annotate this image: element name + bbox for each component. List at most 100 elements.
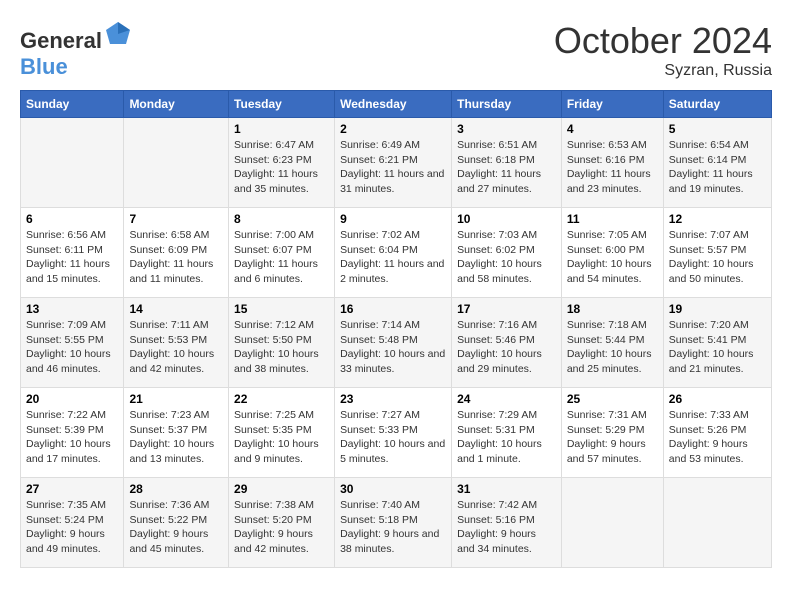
day-info: Sunrise: 7:14 AMSunset: 5:48 PMDaylight:… (340, 318, 446, 377)
day-info: Sunrise: 7:11 AMSunset: 5:53 PMDaylight:… (129, 318, 223, 377)
calendar-table: SundayMondayTuesdayWednesdayThursdayFrid… (20, 90, 772, 568)
weekday-header-row: SundayMondayTuesdayWednesdayThursdayFrid… (21, 91, 772, 118)
day-info: Sunrise: 7:18 AMSunset: 5:44 PMDaylight:… (567, 318, 658, 377)
calendar-cell: 1 Sunrise: 6:47 AMSunset: 6:23 PMDaylight… (229, 118, 335, 208)
day-info: Sunrise: 7:42 AMSunset: 5:16 PMDaylight:… (457, 498, 556, 557)
day-info: Sunrise: 6:53 AMSunset: 6:16 PMDaylight:… (567, 138, 658, 197)
weekday-header-friday: Friday (561, 91, 663, 118)
day-number: 18 (567, 302, 658, 316)
weekday-header-tuesday: Tuesday (229, 91, 335, 118)
day-info: Sunrise: 7:25 AMSunset: 5:35 PMDaylight:… (234, 408, 329, 467)
day-info: Sunrise: 7:05 AMSunset: 6:00 PMDaylight:… (567, 228, 658, 287)
calendar-cell: 30 Sunrise: 7:40 AMSunset: 5:18 PMDayligh… (335, 478, 452, 568)
day-info: Sunrise: 7:40 AMSunset: 5:18 PMDaylight:… (340, 498, 446, 557)
calendar-cell: 27Sunrise: 7:35 AMSunset: 5:24 PMDayligh… (21, 478, 124, 568)
logo-icon (104, 20, 132, 48)
day-info: Sunrise: 7:22 AMSunset: 5:39 PMDaylight:… (26, 408, 118, 467)
day-info: Sunrise: 7:07 AMSunset: 5:57 PMDaylight:… (669, 228, 766, 287)
day-number: 5 (669, 122, 766, 136)
logo-general: General (20, 28, 102, 53)
day-number: 23 (340, 392, 446, 406)
calendar-cell: 12Sunrise: 7:07 AMSunset: 5:57 PMDayligh… (663, 208, 771, 298)
logo: General Blue (20, 20, 132, 80)
day-info: Sunrise: 7:16 AMSunset: 5:46 PMDaylight:… (457, 318, 556, 377)
day-info: Sunrise: 7:12 AMSunset: 5:50 PMDaylight:… (234, 318, 329, 377)
calendar-cell: 26Sunrise: 7:33 AMSunset: 5:26 PMDayligh… (663, 388, 771, 478)
day-number: 16 (340, 302, 446, 316)
calendar-cell (561, 478, 663, 568)
day-info: Sunrise: 6:58 AMSunset: 6:09 PMDaylight:… (129, 228, 223, 287)
day-number: 20 (26, 392, 118, 406)
calendar-week-row: 6Sunrise: 6:56 AMSunset: 6:11 PMDaylight… (21, 208, 772, 298)
day-info: Sunrise: 7:23 AMSunset: 5:37 PMDaylight:… (129, 408, 223, 467)
logo-blue: Blue (20, 54, 68, 79)
calendar-cell: 16 Sunrise: 7:14 AMSunset: 5:48 PMDayligh… (335, 298, 452, 388)
day-info: Sunrise: 7:02 AMSunset: 6:04 PMDaylight:… (340, 228, 446, 287)
day-info: Sunrise: 7:29 AMSunset: 5:31 PMDaylight:… (457, 408, 556, 467)
day-number: 11 (567, 212, 658, 226)
day-number: 7 (129, 212, 223, 226)
calendar-cell: 14 Sunrise: 7:11 AMSunset: 5:53 PMDayligh… (124, 298, 229, 388)
day-info: Sunrise: 7:31 AMSunset: 5:29 PMDaylight:… (567, 408, 658, 467)
day-number: 26 (669, 392, 766, 406)
calendar-cell: 29 Sunrise: 7:38 AMSunset: 5:20 PMDayligh… (229, 478, 335, 568)
day-number: 13 (26, 302, 118, 316)
calendar-week-row: 13 Sunrise: 7:09 AMSunset: 5:55 PMDayligh… (21, 298, 772, 388)
calendar-cell: 25 Sunrise: 7:31 AMSunset: 5:29 PMDayligh… (561, 388, 663, 478)
calendar-cell: 6Sunrise: 6:56 AMSunset: 6:11 PMDaylight… (21, 208, 124, 298)
day-number: 25 (567, 392, 658, 406)
day-info: Sunrise: 6:49 AMSunset: 6:21 PMDaylight:… (340, 138, 446, 197)
calendar-cell (663, 478, 771, 568)
day-number: 1 (234, 122, 329, 136)
day-number: 4 (567, 122, 658, 136)
weekday-header-thursday: Thursday (452, 91, 562, 118)
month-year-title: October 2024 (554, 20, 772, 62)
calendar-cell: 17Sunrise: 7:16 AMSunset: 5:46 PMDayligh… (452, 298, 562, 388)
calendar-week-row: 20 Sunrise: 7:22 AMSunset: 5:39 PMDayligh… (21, 388, 772, 478)
calendar-cell: 22 Sunrise: 7:25 AMSunset: 5:35 PMDayligh… (229, 388, 335, 478)
calendar-cell: 19Sunrise: 7:20 AMSunset: 5:41 PMDayligh… (663, 298, 771, 388)
calendar-cell: 18 Sunrise: 7:18 AMSunset: 5:44 PMDayligh… (561, 298, 663, 388)
day-number: 19 (669, 302, 766, 316)
day-info: Sunrise: 7:03 AMSunset: 6:02 PMDaylight:… (457, 228, 556, 287)
location-subtitle: Syzran, Russia (554, 62, 772, 80)
calendar-cell: 21 Sunrise: 7:23 AMSunset: 5:37 PMDayligh… (124, 388, 229, 478)
weekday-header-saturday: Saturday (663, 91, 771, 118)
calendar-cell: 13 Sunrise: 7:09 AMSunset: 5:55 PMDayligh… (21, 298, 124, 388)
calendar-cell: 23 Sunrise: 7:27 AMSunset: 5:33 PMDayligh… (335, 388, 452, 478)
day-number: 21 (129, 392, 223, 406)
day-info: Sunrise: 7:35 AMSunset: 5:24 PMDaylight:… (26, 498, 118, 557)
day-number: 15 (234, 302, 329, 316)
calendar-cell: 15 Sunrise: 7:12 AMSunset: 5:50 PMDayligh… (229, 298, 335, 388)
day-number: 8 (234, 212, 329, 226)
calendar-cell: 7 Sunrise: 6:58 AMSunset: 6:09 PMDaylight… (124, 208, 229, 298)
calendar-cell: 11 Sunrise: 7:05 AMSunset: 6:00 PMDayligh… (561, 208, 663, 298)
day-info: Sunrise: 7:09 AMSunset: 5:55 PMDaylight:… (26, 318, 118, 377)
day-number: 3 (457, 122, 556, 136)
weekday-header-wednesday: Wednesday (335, 91, 452, 118)
day-info: Sunrise: 6:56 AMSunset: 6:11 PMDaylight:… (26, 228, 118, 287)
day-info: Sunrise: 7:36 AMSunset: 5:22 PMDaylight:… (129, 498, 223, 557)
calendar-cell: 5 Sunrise: 6:54 AMSunset: 6:14 PMDaylight… (663, 118, 771, 208)
calendar-cell: 20 Sunrise: 7:22 AMSunset: 5:39 PMDayligh… (21, 388, 124, 478)
day-info: Sunrise: 7:38 AMSunset: 5:20 PMDaylight:… (234, 498, 329, 557)
day-info: Sunrise: 6:54 AMSunset: 6:14 PMDaylight:… (669, 138, 766, 197)
day-number: 29 (234, 482, 329, 496)
day-number: 30 (340, 482, 446, 496)
calendar-cell: 31 Sunrise: 7:42 AMSunset: 5:16 PMDayligh… (452, 478, 562, 568)
day-number: 9 (340, 212, 446, 226)
calendar-cell (124, 118, 229, 208)
calendar-cell: 4 Sunrise: 6:53 AMSunset: 6:16 PMDaylight… (561, 118, 663, 208)
calendar-cell: 8Sunrise: 7:00 AMSunset: 6:07 PMDaylight… (229, 208, 335, 298)
calendar-week-row: 27Sunrise: 7:35 AMSunset: 5:24 PMDayligh… (21, 478, 772, 568)
calendar-cell: 10 Sunrise: 7:03 AMSunset: 6:02 PMDayligh… (452, 208, 562, 298)
day-number: 10 (457, 212, 556, 226)
calendar-cell (21, 118, 124, 208)
day-number: 22 (234, 392, 329, 406)
day-info: Sunrise: 6:51 AMSunset: 6:18 PMDaylight:… (457, 138, 556, 197)
calendar-cell: 2Sunrise: 6:49 AMSunset: 6:21 PMDaylight… (335, 118, 452, 208)
day-number: 14 (129, 302, 223, 316)
day-info: Sunrise: 7:27 AMSunset: 5:33 PMDaylight:… (340, 408, 446, 467)
day-info: Sunrise: 6:47 AMSunset: 6:23 PMDaylight:… (234, 138, 329, 197)
day-number: 31 (457, 482, 556, 496)
